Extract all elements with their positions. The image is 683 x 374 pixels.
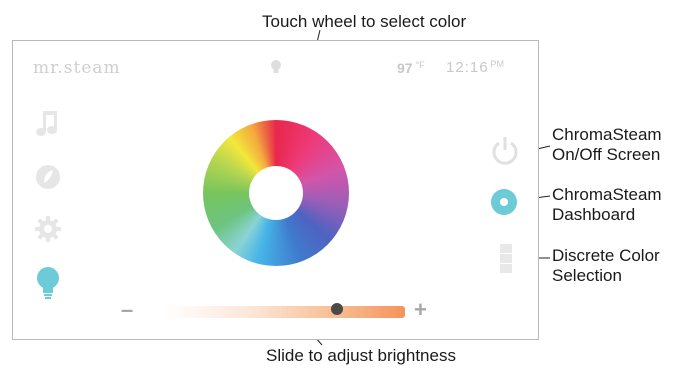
gear-icon[interactable] (35, 216, 61, 247)
lightbulb-icon[interactable] (35, 266, 61, 305)
discrete-callout-line1: Discrete Color (552, 246, 660, 265)
color-wheel-center (249, 166, 303, 220)
onoff-callout: ChromaSteam On/Off Screen (552, 125, 662, 165)
dashboard-callout: ChromaSteam Dashboard (552, 185, 662, 225)
brightness-slider[interactable] (163, 306, 405, 318)
brightness-increase-button[interactable]: + (414, 297, 427, 323)
onoff-callout-line2: On/Off Screen (552, 145, 661, 164)
brightness-decrease-button[interactable]: – (121, 297, 133, 323)
discrete-callout-line2: Selection (552, 266, 622, 285)
discrete-callout: Discrete Color Selection (552, 246, 660, 286)
dashboard-icon[interactable] (490, 188, 518, 221)
temperature-unit: °F (415, 60, 425, 70)
temperature-value: 97 (397, 60, 413, 76)
temperature-readout: 97 °F (397, 60, 425, 76)
wheel-callout: Touch wheel to select color (262, 12, 467, 31)
power-icon[interactable] (491, 136, 519, 171)
brand-logo: mr.steam (33, 58, 121, 78)
clock-readout: 12:16 PM (446, 59, 504, 76)
lightbulb-status-icon (270, 59, 282, 80)
dashboard-callout-line1: ChromaSteam (552, 185, 662, 204)
onoff-callout-line1: ChromaSteam (552, 125, 662, 144)
discrete-color-icon[interactable] (500, 244, 512, 279)
dashboard-callout-line2: Dashboard (552, 205, 636, 224)
music-note-icon[interactable] (35, 111, 59, 144)
device-screen: mr.steam 97 °F 12:16 PM – + (12, 40, 539, 340)
time-value: 12:16 (446, 59, 489, 76)
slider-callout: Slide to adjust brightness (266, 346, 456, 365)
color-wheel[interactable] (203, 120, 349, 266)
time-suffix: PM (490, 59, 505, 69)
leaf-icon[interactable] (35, 164, 61, 195)
